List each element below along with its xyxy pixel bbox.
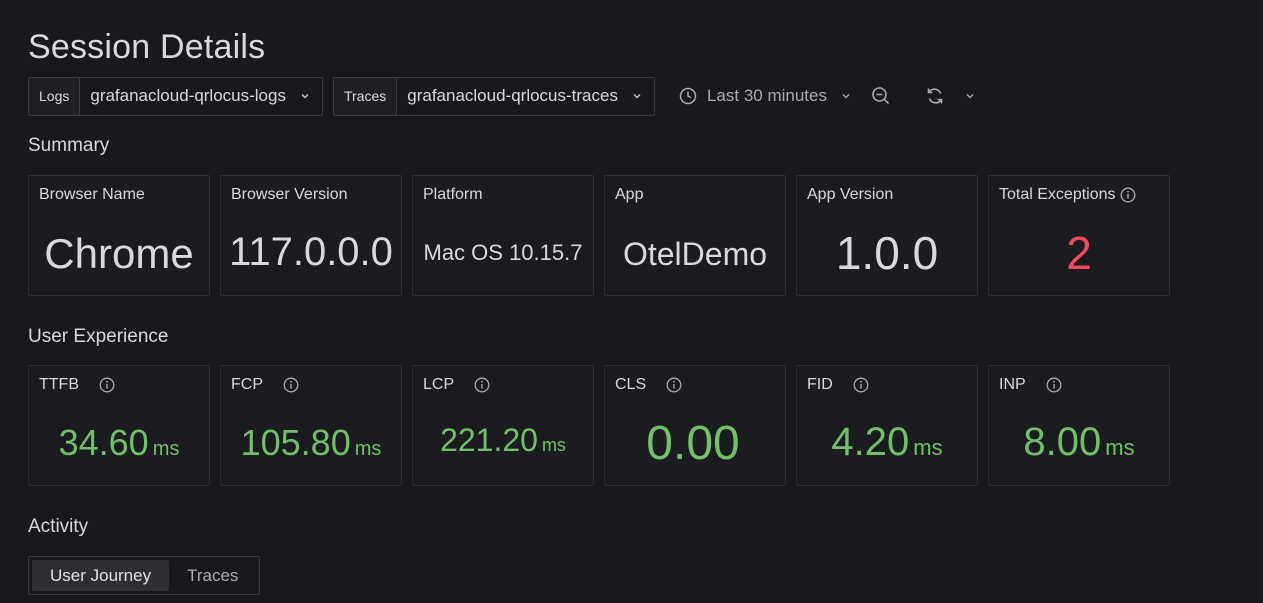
lcp-value: 221.20 <box>440 422 538 458</box>
browser-name-card: Browser Name Chrome <box>28 175 210 296</box>
page-title: Session Details <box>28 28 266 66</box>
zoom-out-icon <box>872 87 890 105</box>
time-range-picker[interactable]: Last 30 minutes <box>665 77 861 116</box>
metric-label: FCP <box>231 376 263 393</box>
fid-metric: 4.20 ms <box>797 420 977 465</box>
metric-label: LCP <box>423 376 455 393</box>
chevron-down-icon <box>966 94 974 99</box>
metric-label: INP <box>999 376 1026 393</box>
app-card: App OtelDemo <box>604 175 786 296</box>
refresh-interval-dropdown[interactable] <box>955 77 985 116</box>
lcp-unit: ms <box>541 435 566 455</box>
fcp-metric: 105.80 ms <box>221 422 401 464</box>
ttfb-value: 34.60 <box>58 422 149 463</box>
traces-label: Traces <box>333 77 398 115</box>
info-icon[interactable] <box>474 377 490 393</box>
zoom-out-button[interactable] <box>861 77 901 116</box>
chevron-down-icon <box>633 94 641 99</box>
card-label: Browser Version <box>231 186 348 203</box>
fid-value: 4.20 <box>831 420 910 464</box>
fcp-card: FCP 105.80 ms <box>220 365 402 486</box>
time-range-label: Last 30 minutes <box>706 86 827 105</box>
chevron-down-icon <box>301 94 309 99</box>
lcp-metric: 221.20 ms <box>413 422 593 459</box>
platform-card: Platform Mac OS 10.15.7 <box>412 175 594 296</box>
ttfb-unit: ms <box>152 438 180 460</box>
browser-name-value: Chrome <box>44 230 194 277</box>
user-experience-heading: User Experience <box>28 326 169 347</box>
total-exceptions-value: 2 <box>1066 227 1092 279</box>
fcp-value: 105.80 <box>240 422 351 463</box>
info-icon[interactable] <box>99 377 115 393</box>
browser-version-card: Browser Version 117.0.0.0 <box>220 175 402 296</box>
refresh-button[interactable] <box>915 77 955 116</box>
metric-label: FID <box>807 376 833 393</box>
info-icon[interactable] <box>1046 377 1062 393</box>
activity-heading: Activity <box>28 516 89 537</box>
metric-label: CLS <box>615 376 647 393</box>
tab-user-journey[interactable]: User Journey <box>32 560 170 591</box>
cls-metric: 0.00 <box>605 416 785 471</box>
logs-datasource-select[interactable]: grafanacloud-qrlocus-logs <box>80 77 322 115</box>
traces-datasource-picker[interactable]: Traces grafanacloud-qrlocus-traces <box>332 76 655 116</box>
ttfb-metric: 34.60 ms <box>29 422 209 464</box>
toolbar: Logs grafanacloud-qrlocus-logs Traces gr… <box>28 76 985 116</box>
platform-value: Mac OS 10.15.7 <box>423 240 583 265</box>
card-label: Browser Name <box>39 186 145 203</box>
clock-icon <box>679 87 697 105</box>
app-version-value: 1.0.0 <box>835 227 939 279</box>
app-version-card: App Version 1.0.0 <box>796 175 978 296</box>
tab-traces[interactable]: Traces <box>169 560 256 591</box>
refresh-icon <box>927 88 943 104</box>
fid-unit: ms <box>913 435 943 460</box>
info-icon[interactable] <box>1120 187 1136 203</box>
card-label: App <box>615 186 644 203</box>
activity-tabs: User Journey Traces <box>28 556 261 595</box>
metric-label: TTFB <box>39 376 79 393</box>
logs-datasource-value: grafanacloud-qrlocus-logs <box>90 86 286 105</box>
browser-version-value: 117.0.0.0 <box>229 230 393 274</box>
fcp-unit: ms <box>354 438 382 460</box>
ttfb-card: TTFB 34.60 ms <box>28 365 210 486</box>
cls-value: 0.00 <box>646 417 740 470</box>
card-label: App Version <box>807 186 894 203</box>
info-icon[interactable] <box>853 377 869 393</box>
inp-card: INP 8.00 ms <box>988 365 1170 486</box>
traces-datasource-select[interactable]: grafanacloud-qrlocus-traces <box>397 77 654 115</box>
inp-metric: 8.00 ms <box>989 420 1169 465</box>
summary-heading: Summary <box>28 135 110 156</box>
cls-card: CLS 0.00 <box>604 365 786 486</box>
card-label: Platform <box>423 186 483 203</box>
total-exceptions-card: Total Exceptions 2 <box>988 175 1170 296</box>
fid-card: FID 4.20 ms <box>796 365 978 486</box>
summary-row: Browser Name Chrome Browser Version 117.… <box>28 175 1170 296</box>
info-icon[interactable] <box>666 377 682 393</box>
lcp-card: LCP 221.20 ms <box>412 365 594 486</box>
app-value: OtelDemo <box>622 236 768 272</box>
logs-label: Logs <box>29 77 81 115</box>
inp-value: 8.00 <box>1023 420 1102 464</box>
user-experience-row: TTFB 34.60 ms FCP 105.80 ms LCP 221.20 ms <box>28 365 1170 486</box>
chevron-down-icon <box>842 94 850 99</box>
logs-datasource-picker[interactable]: Logs grafanacloud-qrlocus-logs <box>28 76 323 116</box>
info-icon[interactable] <box>283 377 299 393</box>
card-label: Total Exceptions <box>999 186 1116 203</box>
inp-unit: ms <box>1105 435 1135 460</box>
traces-datasource-value: grafanacloud-qrlocus-traces <box>407 86 618 105</box>
session-details-page: Session Details Logs grafanacloud-qrlocu… <box>0 0 1263 603</box>
